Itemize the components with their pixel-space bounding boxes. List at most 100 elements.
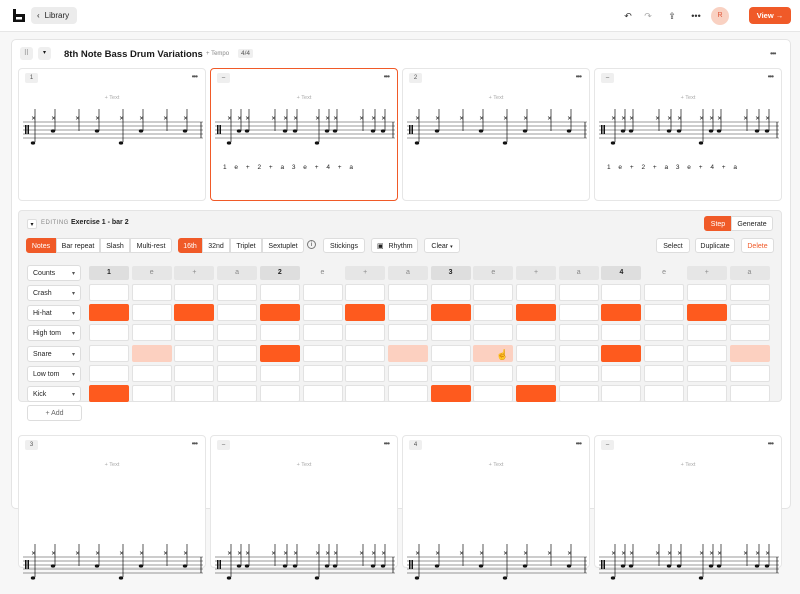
step-cell[interactable] — [387, 284, 428, 301]
tab-notes[interactable]: Notes — [26, 238, 56, 253]
bar-card[interactable]: – ••• + Text × × × × × × × × × × × × 1 e + 2 + a 3 e + … — [594, 68, 782, 201]
step-cell[interactable] — [601, 284, 642, 301]
step-cell[interactable] — [516, 304, 556, 322]
step-cell[interactable] — [131, 344, 172, 362]
subdivision-32nd[interactable]: 32nd — [202, 238, 230, 253]
step-cell[interactable] — [473, 304, 514, 322]
step-cell[interactable] — [217, 364, 258, 382]
step-cell[interactable] — [558, 344, 599, 362]
step-cell[interactable] — [430, 364, 471, 382]
step-cell[interactable] — [686, 324, 727, 342]
step-cell[interactable] — [644, 364, 685, 382]
tab-bar-repeat[interactable]: Bar repeat — [56, 238, 100, 253]
instrument-select[interactable]: Snare ▾ — [27, 345, 81, 362]
step-cell[interactable] — [516, 324, 556, 342]
tab-slash[interactable]: Slash — [100, 238, 130, 253]
step-cell[interactable] — [345, 344, 386, 362]
step-cell[interactable] — [558, 284, 599, 301]
drag-handle-icon[interactable]: ⠿ — [20, 47, 33, 60]
collapse-toggle-icon[interactable]: ▾ — [38, 47, 51, 60]
step-cell[interactable] — [131, 304, 172, 322]
step-cell[interactable] — [473, 324, 514, 342]
step-cell[interactable] — [345, 385, 386, 402]
step-cell[interactable] — [516, 344, 556, 362]
more-options-icon[interactable]: ••• — [690, 10, 702, 22]
step-cell[interactable] — [217, 385, 258, 402]
step-cell[interactable] — [430, 284, 471, 301]
card-menu-icon[interactable]: ••• — [768, 72, 774, 81]
instrument-select[interactable]: Kick ▾ — [27, 386, 81, 402]
add-tempo-button[interactable]: + Tempo — [206, 51, 229, 57]
rhythm-button[interactable]: ▣ Rhythm — [371, 238, 418, 253]
back-to-library-button[interactable]: ‹ Library — [31, 7, 78, 24]
step-cell[interactable] — [729, 284, 770, 301]
bar-card[interactable]: – ••• + Text × × × × × × × × × × × × — [210, 435, 398, 580]
editor-collapse-icon[interactable]: ▾ — [27, 219, 37, 229]
undo-icon[interactable]: ↶ — [622, 10, 634, 22]
step-mode-button[interactable]: Step — [704, 216, 732, 231]
step-cell[interactable] — [558, 324, 599, 342]
step-cell[interactable] — [131, 324, 172, 342]
step-cell[interactable] — [174, 284, 215, 301]
step-cell[interactable] — [601, 344, 642, 362]
exercise-title[interactable]: 8th Note Bass Drum Variations — [64, 49, 203, 60]
card-menu-icon[interactable]: ••• — [768, 439, 774, 448]
generate-mode-button[interactable]: Generate — [731, 216, 773, 231]
step-cell[interactable] — [174, 324, 215, 342]
step-cell[interactable] — [174, 304, 215, 322]
step-cell[interactable] — [558, 304, 599, 322]
step-cell[interactable] — [729, 385, 770, 402]
step-cell[interactable] — [644, 344, 685, 362]
redo-icon[interactable]: ↷ — [642, 10, 654, 22]
bar-card[interactable]: 2 ••• + Text × × × × × × × × — [402, 68, 590, 201]
subdivision-16th[interactable]: 16th — [178, 238, 202, 253]
step-cell[interactable] — [89, 364, 129, 382]
step-cell[interactable] — [558, 364, 599, 382]
card-menu-icon[interactable]: ••• — [192, 439, 198, 448]
share-icon[interactable]: ⇪ — [666, 10, 678, 22]
step-cell[interactable] — [387, 344, 428, 362]
time-signature[interactable]: 4/4 — [238, 49, 254, 58]
step-cell[interactable] — [516, 364, 556, 382]
step-cell[interactable] — [259, 304, 300, 322]
step-cell[interactable] — [644, 385, 685, 402]
step-cell[interactable] — [89, 344, 129, 362]
step-cell[interactable] — [430, 385, 471, 402]
step-cell[interactable] — [601, 324, 642, 342]
add-text-button[interactable]: + Text — [19, 95, 205, 101]
tab-multi-rest[interactable]: Multi-rest — [130, 238, 172, 253]
step-cell[interactable] — [729, 304, 770, 322]
clear-dropdown[interactable]: Clear ▾ — [424, 238, 460, 253]
step-cell[interactable] — [259, 364, 300, 382]
step-cell[interactable] — [644, 284, 685, 301]
bar-card[interactable]: – ••• + Text × × × × × × × × × × × × 1 e + 2 + a 3 e + … — [210, 68, 398, 201]
step-cell[interactable] — [387, 385, 428, 402]
step-cell[interactable] — [473, 385, 514, 402]
step-cell[interactable] — [601, 304, 642, 322]
step-cell[interactable] — [516, 385, 556, 402]
subdivision-sextuplet[interactable]: Sextuplet — [262, 238, 304, 253]
step-cell[interactable] — [345, 304, 386, 322]
step-cell[interactable] — [345, 284, 386, 301]
counts-dropdown[interactable]: Counts ▾ — [27, 265, 81, 281]
step-cell[interactable] — [558, 385, 599, 402]
step-cell[interactable] — [601, 385, 642, 402]
step-cell[interactable] — [387, 364, 428, 382]
step-cell[interactable] — [601, 364, 642, 382]
instrument-select[interactable]: Crash ▾ — [27, 285, 81, 301]
step-cell[interactable] — [644, 324, 685, 342]
step-cell[interactable] — [686, 284, 727, 301]
step-cell[interactable] — [174, 364, 215, 382]
add-text-button[interactable]: + Text — [595, 462, 781, 468]
step-cell[interactable] — [729, 324, 770, 342]
add-text-button[interactable]: + Text — [211, 462, 397, 468]
bar-card[interactable]: 4 ••• + Text × × × × × × × × — [402, 435, 590, 580]
step-cell[interactable] — [686, 304, 727, 322]
stickings-button[interactable]: Stickings — [323, 238, 365, 253]
step-cell[interactable] — [89, 304, 129, 322]
duplicate-button[interactable]: Duplicate — [695, 238, 735, 253]
step-cell[interactable] — [686, 344, 727, 362]
step-cell[interactable] — [302, 324, 343, 342]
add-text-button[interactable]: + Text — [19, 462, 205, 468]
step-cell[interactable] — [259, 385, 300, 402]
